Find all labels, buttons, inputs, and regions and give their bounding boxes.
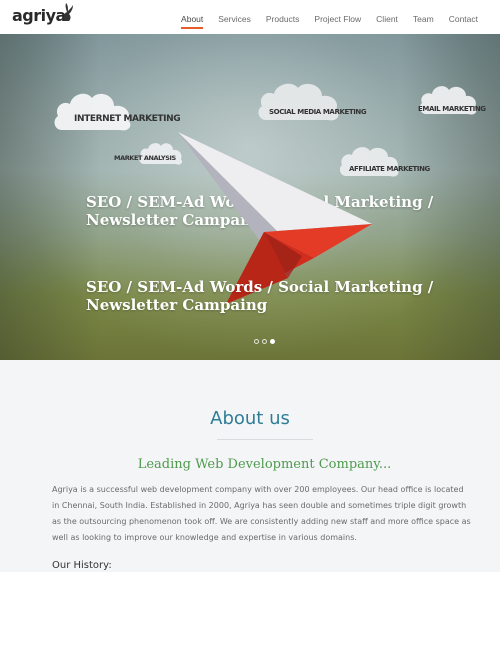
- page-blank-area: [0, 572, 500, 648]
- history-heading: Our History:: [52, 560, 112, 571]
- site-header: agriya About Services Products Project F…: [0, 0, 500, 34]
- slider-dot-2[interactable]: [262, 339, 267, 344]
- cloud-label-social-media-marketing: Social Media Marketing: [269, 108, 367, 116]
- cloud-label-internet-marketing: Internet Marketing: [74, 114, 181, 124]
- rabbit-logo-icon: [63, 3, 73, 21]
- about-divider: [217, 439, 313, 440]
- nav-team[interactable]: Team: [413, 14, 434, 24]
- nav-products[interactable]: Products: [266, 14, 300, 24]
- slider-pagination: [254, 339, 275, 344]
- slide-headline-2: SEO / SEM-Ad Words / Social Marketing / …: [86, 278, 434, 314]
- cloud-label-market-analysis: Market Analysis: [114, 154, 176, 162]
- nav-contact[interactable]: Contact: [449, 14, 478, 24]
- slider-dot-1[interactable]: [254, 339, 259, 344]
- slider-dot-3[interactable]: [270, 339, 275, 344]
- brand-name: agriya: [12, 6, 66, 25]
- nav-about[interactable]: About: [181, 14, 204, 29]
- hero-slider: Internet Marketing Social Media Marketin…: [0, 34, 500, 360]
- about-section: About us Leading Web Development Company…: [0, 360, 500, 572]
- about-title: About us: [210, 408, 290, 429]
- nav-services[interactable]: Services: [218, 14, 251, 24]
- cloud-label-email-marketing: Email Marketing: [418, 105, 486, 113]
- cloud-internet-marketing: [54, 93, 131, 131]
- nav-client[interactable]: Client: [376, 14, 398, 24]
- about-body: Agriya is a successful web development c…: [52, 485, 471, 542]
- about-subtitle: Leading Web Development Company...: [137, 457, 392, 472]
- nav-project-flow[interactable]: Project Flow: [314, 14, 361, 24]
- brand-logo[interactable]: agriya: [12, 3, 73, 25]
- main-nav: About Services Products Project Flow Cli…: [166, 14, 478, 29]
